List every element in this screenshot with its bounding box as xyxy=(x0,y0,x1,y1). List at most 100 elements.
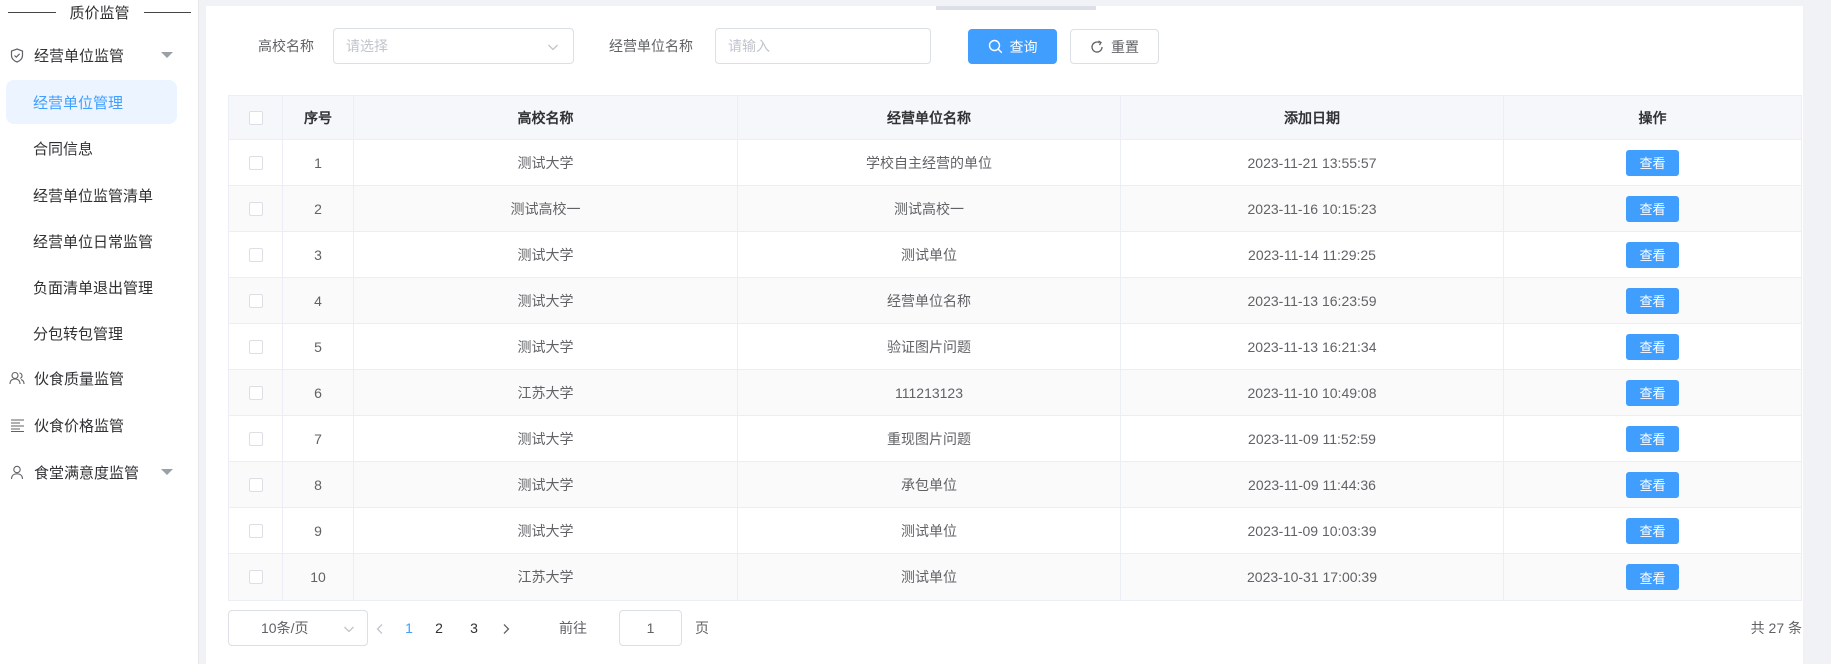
chevron-down-icon xyxy=(343,622,355,638)
date-cell: 2023-11-21 13:55:57 xyxy=(1121,140,1504,185)
row-number: 6 xyxy=(283,370,354,415)
row-checkbox[interactable] xyxy=(248,431,263,446)
row-checkbox[interactable] xyxy=(248,339,263,354)
table-body: 1 测试大学 学校自主经营的单位 2023-11-21 13:55:57 查看 2 测试高校… xyxy=(229,140,1801,600)
sidebar-item-daily-supervision[interactable]: 经营单位日常监管 xyxy=(6,219,177,263)
column-header: 添加日期 xyxy=(1121,96,1504,139)
unit-name-cell: 测试单位 xyxy=(738,554,1121,600)
unit-name-input[interactable] xyxy=(716,29,930,63)
row-number: 10 xyxy=(283,554,354,600)
table-row: 1 测试大学 学校自主经营的单位 2023-11-21 13:55:57 查看 xyxy=(229,140,1801,186)
goto-prefix: 前往 xyxy=(559,620,587,636)
menu-group-food-price[interactable]: 伙食价格监管 xyxy=(0,402,199,448)
view-button[interactable]: 查看 xyxy=(1626,471,1679,498)
action-cell: 查看 xyxy=(1504,416,1801,461)
tab-indicator xyxy=(936,6,1096,10)
row-checkbox[interactable] xyxy=(248,570,263,584)
sidebar-title: 质价监管 xyxy=(69,4,130,22)
school-name-cell: 测试大学 xyxy=(354,462,738,507)
school-select[interactable]: 请选择 xyxy=(333,28,574,64)
checkbox-cell xyxy=(229,186,283,231)
query-button-label: 查询 xyxy=(1009,38,1038,55)
unit-name-cell: 经营单位名称 xyxy=(738,278,1121,323)
menu-group-label: 经营单位监管 xyxy=(34,47,125,65)
table-row: 9 测试大学 测试单位 2023-11-09 10:03:39 查看 xyxy=(229,508,1801,554)
view-button[interactable]: 查看 xyxy=(1626,149,1679,176)
reset-button-label: 重置 xyxy=(1111,38,1139,55)
row-checkbox[interactable] xyxy=(248,477,263,492)
sidebar-item-subcontract[interactable]: 分包转包管理 xyxy=(6,311,177,355)
school-name-label: 高校名称 xyxy=(258,38,314,54)
page-number-2[interactable]: 2 xyxy=(430,610,448,646)
sidebar-item-label: 分包转包管理 xyxy=(33,325,124,343)
view-button[interactable]: 查看 xyxy=(1626,379,1679,406)
data-table: 序号 高校名称 经营单位名称 添加日期 操作 1 测试大学 学校自主经营的单位 202… xyxy=(228,95,1802,601)
action-cell: 查看 xyxy=(1504,140,1801,185)
goto-page-input[interactable]: 1 xyxy=(619,610,682,646)
menu-group-food-quality[interactable]: 伙食质量监管 xyxy=(0,355,199,401)
row-checkbox[interactable] xyxy=(248,523,263,538)
view-button[interactable]: 查看 xyxy=(1626,564,1679,590)
view-button[interactable]: 查看 xyxy=(1626,241,1679,268)
checkbox-cell xyxy=(229,278,283,323)
row-number: 7 xyxy=(283,416,354,461)
sidebar-item-unit-management[interactable]: 经营单位管理 xyxy=(6,80,177,124)
unit-name-cell: 验证图片问题 xyxy=(738,324,1121,369)
unit-name-label: 经营单位名称 xyxy=(609,38,693,54)
menu-group-business-unit[interactable]: 经营单位监管 xyxy=(0,32,199,78)
row-checkbox[interactable] xyxy=(248,155,263,170)
view-button[interactable]: 查看 xyxy=(1626,425,1679,452)
unit-name-cell: 重现图片问题 xyxy=(738,416,1121,461)
school-name-cell: 测试大学 xyxy=(354,278,738,323)
table-row: 4 测试大学 经营单位名称 2023-11-13 16:23:59 查看 xyxy=(229,278,1801,324)
row-checkbox[interactable] xyxy=(248,201,263,216)
action-cell: 查看 xyxy=(1504,508,1801,553)
view-button[interactable]: 查看 xyxy=(1626,333,1679,360)
action-cell: 查看 xyxy=(1504,324,1801,369)
row-checkbox[interactable] xyxy=(248,247,263,262)
prev-page-icon[interactable] xyxy=(375,622,385,638)
shield-check-icon xyxy=(9,47,25,63)
school-name-cell: 测试大学 xyxy=(354,508,738,553)
view-button[interactable]: 查看 xyxy=(1626,287,1679,314)
row-checkbox[interactable] xyxy=(248,385,263,400)
page-size-select[interactable]: 10条/页 xyxy=(228,610,368,646)
view-button[interactable]: 查看 xyxy=(1626,517,1679,544)
page-number-3[interactable]: 3 xyxy=(465,610,483,646)
sidebar-item-negative-list-exit[interactable]: 负面清单退出管理 xyxy=(6,265,177,309)
main-content: 高校名称 请选择 经营单位名称 查询 重置 序号 高校名称 经营单位名称 添加日… xyxy=(206,6,1803,664)
pagination: 10条/页 1 2 3 前往 1 页 共 27 条 xyxy=(228,610,1802,646)
menu-group-canteen-satisfaction[interactable]: 食堂满意度监管 xyxy=(0,449,199,495)
page-size-value: 10条/页 xyxy=(261,620,309,636)
sidebar-item-contract-info[interactable]: 合同信息 xyxy=(6,126,177,170)
view-button[interactable]: 查看 xyxy=(1626,195,1679,222)
select-all-checkbox[interactable] xyxy=(248,110,263,125)
page-number-1[interactable]: 1 xyxy=(400,610,418,646)
school-select-placeholder: 请选择 xyxy=(346,38,388,54)
query-button[interactable]: 查询 xyxy=(968,29,1057,64)
checkbox-cell xyxy=(229,416,283,461)
row-number: 1 xyxy=(283,140,354,185)
next-page-icon[interactable] xyxy=(501,622,511,638)
checkbox-cell xyxy=(229,140,283,185)
sidebar-item-label: 经营单位管理 xyxy=(33,94,124,112)
school-name-cell: 江苏大学 xyxy=(354,370,738,415)
row-number: 2 xyxy=(283,186,354,231)
sidebar-item-supervision-list[interactable]: 经营单位监管清单 xyxy=(6,173,177,217)
date-cell: 2023-11-09 10:03:39 xyxy=(1121,508,1504,553)
menu-group-label: 伙食价格监管 xyxy=(34,417,125,435)
header-checkbox-cell xyxy=(229,96,283,139)
column-header: 高校名称 xyxy=(354,96,738,139)
date-cell: 2023-11-09 11:52:59 xyxy=(1121,416,1504,461)
table-row: 5 测试大学 验证图片问题 2023-11-13 16:21:34 查看 xyxy=(229,324,1801,370)
total-count: 共 27 条 xyxy=(1750,620,1802,636)
school-name-cell: 测试大学 xyxy=(354,416,738,461)
school-name-cell: 测试高校一 xyxy=(354,186,738,231)
checkbox-cell xyxy=(229,554,283,600)
unit-name-cell: 测试单位 xyxy=(738,232,1121,277)
row-number: 4 xyxy=(283,278,354,323)
row-checkbox[interactable] xyxy=(248,293,263,308)
date-cell: 2023-11-14 11:29:25 xyxy=(1121,232,1504,277)
column-header: 经营单位名称 xyxy=(738,96,1121,139)
reset-button[interactable]: 重置 xyxy=(1070,29,1159,64)
